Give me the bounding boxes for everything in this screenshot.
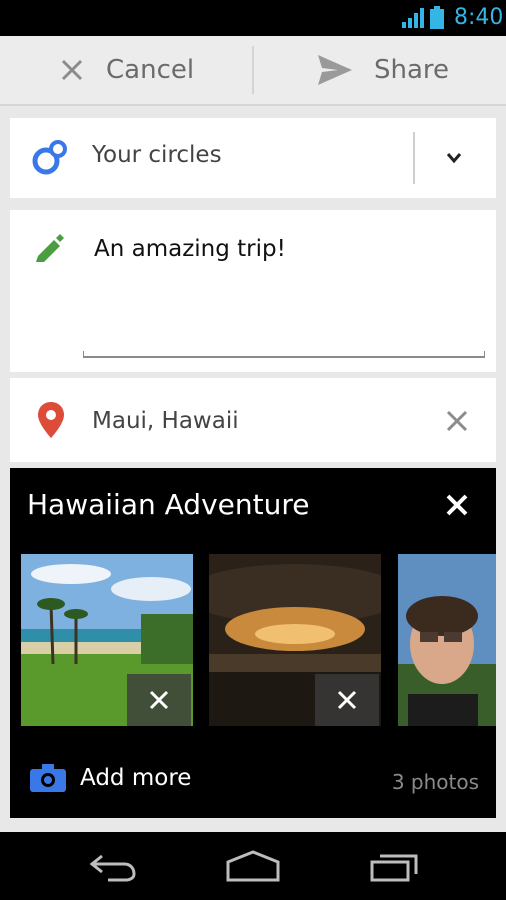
status-time: 8:40: [454, 5, 504, 30]
close-icon: [337, 690, 357, 710]
signal-icon: [402, 8, 424, 28]
add-more-button[interactable]: Add more: [30, 764, 191, 792]
cancel-button[interactable]: Cancel: [60, 36, 194, 104]
add-more-label: Add more: [80, 765, 192, 791]
recent-apps-icon[interactable]: [370, 850, 420, 882]
remove-photo-button[interactable]: [315, 674, 379, 726]
photo-album: Hawaiian Adventure Add more 3 photos: [10, 468, 496, 818]
photo-beach[interactable]: [21, 554, 193, 726]
close-icon[interactable]: [446, 494, 468, 516]
close-icon[interactable]: [446, 410, 468, 432]
camera-icon: [30, 764, 66, 792]
navigation-bar: [0, 832, 506, 900]
pencil-icon: [36, 234, 64, 262]
audience-selector[interactable]: Your circles: [10, 118, 496, 198]
chevron-down-icon[interactable]: [444, 148, 464, 168]
circles-icon: [32, 140, 67, 175]
post-text-card: An amazing trip!: [10, 210, 496, 372]
send-icon: [318, 55, 352, 85]
location-pin-icon: [38, 402, 64, 438]
cancel-label: Cancel: [106, 55, 195, 85]
close-icon: [61, 59, 83, 81]
location-label: Maui, Hawaii: [92, 408, 239, 434]
album-title: Hawaiian Adventure: [27, 488, 310, 521]
action-bar: Cancel Share: [0, 36, 506, 106]
share-label: Share: [374, 55, 450, 85]
text-underline: [83, 351, 485, 358]
photo-count: 3 photos: [391, 770, 479, 794]
action-bar-divider: [252, 46, 254, 94]
post-text-input[interactable]: An amazing trip!: [94, 236, 286, 262]
audience-label: Your circles: [92, 142, 222, 168]
status-bar: 8:40: [0, 0, 506, 36]
location-card[interactable]: Maui, Hawaii: [10, 378, 496, 462]
audience-divider: [413, 132, 415, 184]
remove-photo-button[interactable]: [127, 674, 191, 726]
home-icon[interactable]: [226, 850, 280, 882]
battery-icon: [430, 6, 444, 29]
share-button[interactable]: Share: [318, 36, 449, 104]
close-icon: [149, 690, 169, 710]
back-icon[interactable]: [88, 850, 136, 882]
photo-portrait[interactable]: [398, 554, 496, 726]
photo-sunset[interactable]: [209, 554, 381, 726]
